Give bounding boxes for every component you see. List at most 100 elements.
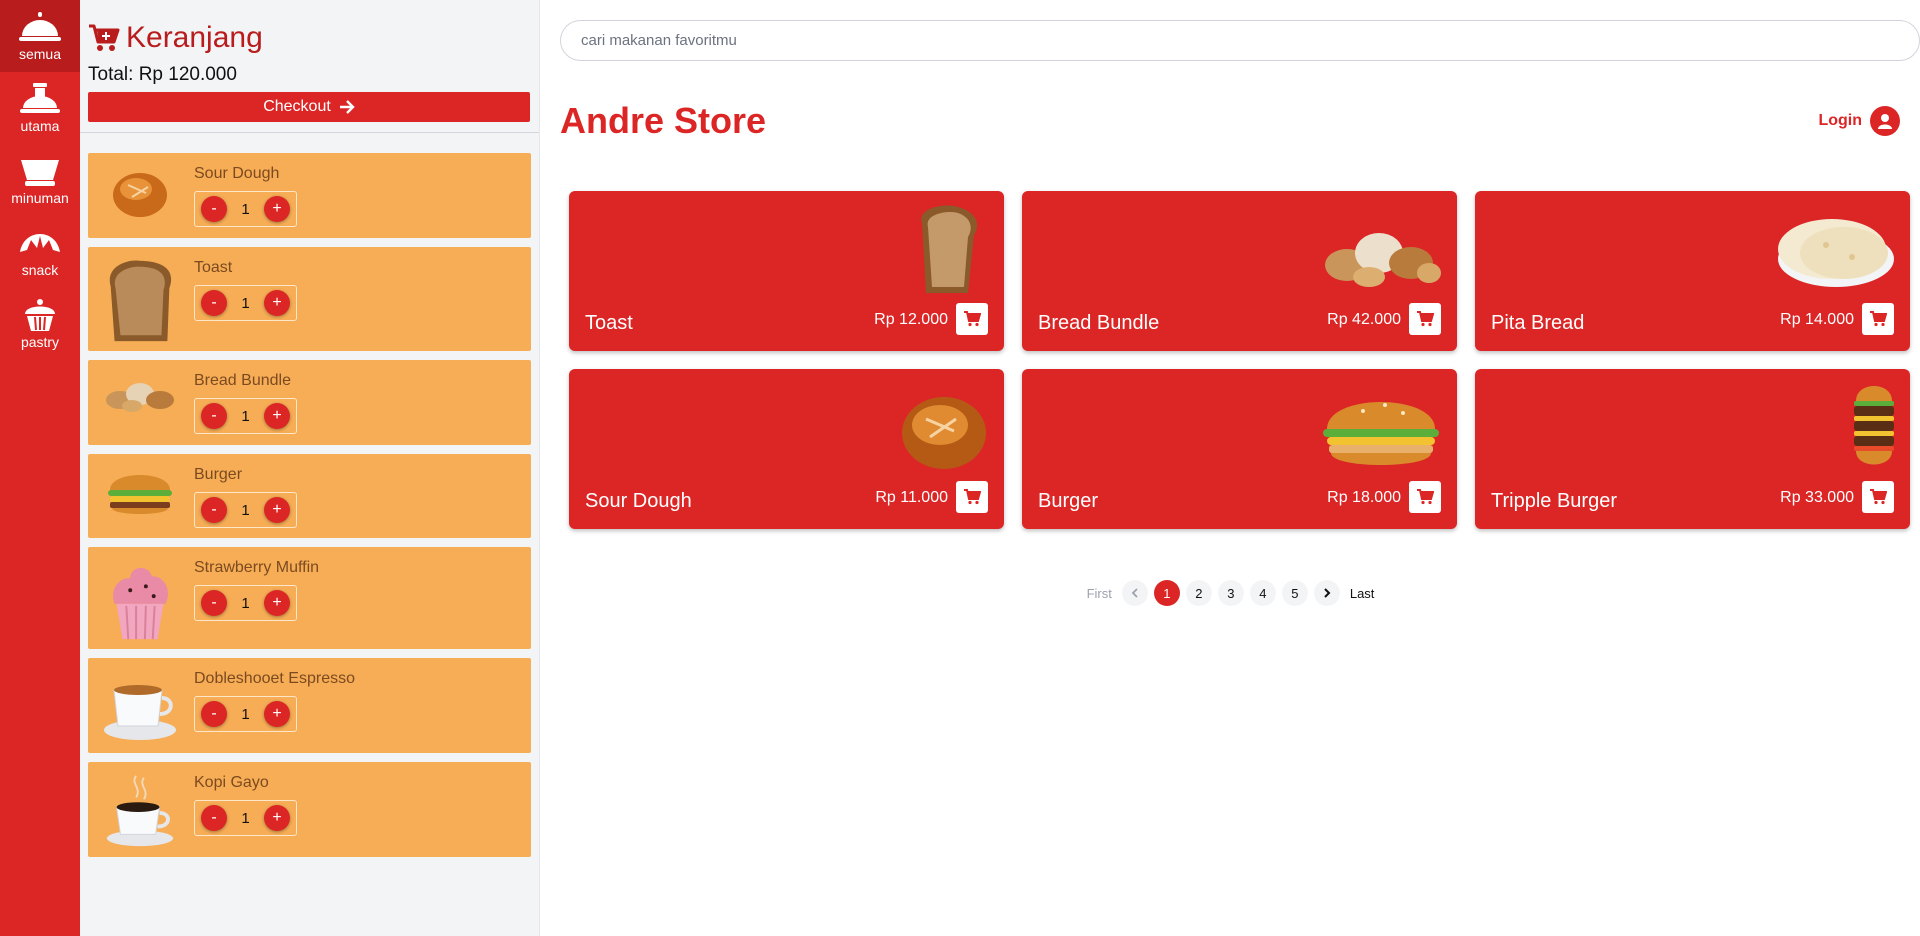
login-button[interactable]: Login xyxy=(1818,106,1900,136)
cart-icon xyxy=(1870,311,1887,327)
add-to-cart-button[interactable] xyxy=(1862,303,1894,335)
login-label: Login xyxy=(1818,112,1862,129)
main-dish-icon xyxy=(20,83,60,113)
product-grid: Toast Rp 12.000 Bread Bundle Rp 42.000 P… xyxy=(569,191,1914,529)
add-to-cart-button[interactable] xyxy=(1409,303,1441,335)
first-page-link[interactable]: First xyxy=(1083,586,1116,601)
decrease-button[interactable]: - xyxy=(201,290,227,316)
page-5-button[interactable]: 5 xyxy=(1281,580,1308,606)
cart-item-name: Burger xyxy=(194,466,243,483)
product-card[interactable]: Toast Rp 12.000 xyxy=(569,191,1004,351)
cart-item: Burger - 1 + xyxy=(88,454,531,538)
category-label: snack xyxy=(21,262,59,278)
pita-bread-image xyxy=(1766,201,1896,299)
user-avatar-icon xyxy=(1870,106,1900,136)
increase-button[interactable]: + xyxy=(264,805,290,831)
cart-divider xyxy=(80,132,539,133)
decrease-button[interactable]: - xyxy=(201,497,227,523)
sour-dough-image xyxy=(96,163,184,223)
quantity-stepper: - 1 + xyxy=(194,285,297,321)
cart-icon xyxy=(89,24,120,51)
increase-button[interactable]: + xyxy=(264,290,290,316)
kopi-gayo-image xyxy=(96,772,184,850)
strawberry-muffin-image xyxy=(96,557,184,645)
cart-item: Toast - 1 + xyxy=(88,247,531,351)
drink-bowl-icon xyxy=(21,160,59,186)
arrow-right-icon xyxy=(339,100,355,114)
decrease-button[interactable]: - xyxy=(201,701,227,727)
category-utama[interactable]: utama xyxy=(0,72,80,144)
cart-item: Kopi Gayo - 1 + xyxy=(88,762,531,857)
decrease-button[interactable]: - xyxy=(201,805,227,831)
cupcake-icon xyxy=(25,299,55,331)
category-minuman[interactable]: minuman xyxy=(0,144,80,216)
increase-button[interactable]: + xyxy=(264,403,290,429)
product-price: Rp 42.000 xyxy=(1327,311,1401,328)
cart-icon xyxy=(1417,489,1434,505)
cart-item-name: Sour Dough xyxy=(194,165,280,182)
cart-item: Dobleshooet Espresso - 1 + xyxy=(88,658,531,753)
product-card[interactable]: Tripple Burger Rp 33.000 xyxy=(1475,369,1910,529)
quantity-value: 1 xyxy=(241,294,250,312)
toast-image xyxy=(860,201,990,299)
cart-total: Total: Rp 120.000 xyxy=(88,64,237,85)
quantity-stepper: - 1 + xyxy=(194,191,297,227)
product-price: Rp 11.000 xyxy=(875,489,948,506)
espresso-image xyxy=(96,668,184,744)
decrease-button[interactable]: - xyxy=(201,196,227,222)
cart-icon xyxy=(1870,489,1887,505)
product-card[interactable]: Bread Bundle Rp 42.000 xyxy=(1022,191,1457,351)
last-page-link[interactable]: Last xyxy=(1346,586,1379,601)
bread-bundle-image xyxy=(1313,201,1443,299)
product-card[interactable]: Pita Bread Rp 14.000 xyxy=(1475,191,1910,351)
pagination: First 1 2 3 4 5 Last xyxy=(541,580,1920,606)
page-3-button[interactable]: 3 xyxy=(1217,580,1244,606)
decrease-button[interactable]: - xyxy=(201,403,227,429)
cloche-icon xyxy=(19,12,61,41)
product-name: Pita Bread xyxy=(1491,312,1585,334)
cart-item-name: Bread Bundle xyxy=(194,372,291,389)
chevron-right-icon xyxy=(1324,588,1331,598)
cart-item-name: Dobleshooet Espresso xyxy=(194,670,355,687)
page-4-button[interactable]: 4 xyxy=(1249,580,1276,606)
increase-button[interactable]: + xyxy=(264,590,290,616)
category-snack[interactable]: snack xyxy=(0,216,80,288)
quantity-stepper: - 1 + xyxy=(194,696,297,732)
add-to-cart-button[interactable] xyxy=(1409,481,1441,513)
next-page-button[interactable] xyxy=(1313,580,1340,606)
cart-item: Strawberry Muffin - 1 + xyxy=(88,547,531,649)
quantity-value: 1 xyxy=(241,705,250,723)
burger-image xyxy=(1313,379,1443,477)
add-to-cart-button[interactable] xyxy=(956,481,988,513)
cart-item-name: Toast xyxy=(194,259,233,276)
cart-icon xyxy=(964,311,981,327)
add-to-cart-button[interactable] xyxy=(956,303,988,335)
category-label: utama xyxy=(20,118,60,134)
category-pastry[interactable]: pastry xyxy=(0,288,80,360)
product-card[interactable]: Burger Rp 18.000 xyxy=(1022,369,1457,529)
tripple-burger-image xyxy=(1766,379,1896,477)
chevron-left-icon xyxy=(1131,588,1138,598)
cart-panel: Keranjang Total: Rp 120.000 Checkout Sou… xyxy=(80,0,540,936)
bread-bundle-image xyxy=(96,370,184,420)
category-sidebar: semua utama minuman snack pastry xyxy=(0,0,80,936)
increase-button[interactable]: + xyxy=(264,701,290,727)
increase-button[interactable]: + xyxy=(264,196,290,222)
quantity-value: 1 xyxy=(241,407,250,425)
cart-icon xyxy=(964,489,981,505)
category-semua[interactable]: semua xyxy=(0,0,80,72)
increase-button[interactable]: + xyxy=(264,497,290,523)
quantity-stepper: - 1 + xyxy=(194,585,297,621)
checkout-button[interactable]: Checkout xyxy=(88,92,530,122)
store-title: Andre Store xyxy=(560,100,767,141)
category-label: pastry xyxy=(20,334,60,350)
page-2-button[interactable]: 2 xyxy=(1185,580,1212,606)
prev-page-button[interactable] xyxy=(1121,580,1148,606)
product-card[interactable]: Sour Dough Rp 11.000 xyxy=(569,369,1004,529)
decrease-button[interactable]: - xyxy=(201,590,227,616)
cart-title-text: Keranjang xyxy=(126,21,263,54)
add-to-cart-button[interactable] xyxy=(1862,481,1894,513)
category-label: semua xyxy=(18,46,62,62)
page-1-button[interactable]: 1 xyxy=(1153,580,1180,606)
search-input[interactable] xyxy=(560,20,1920,61)
